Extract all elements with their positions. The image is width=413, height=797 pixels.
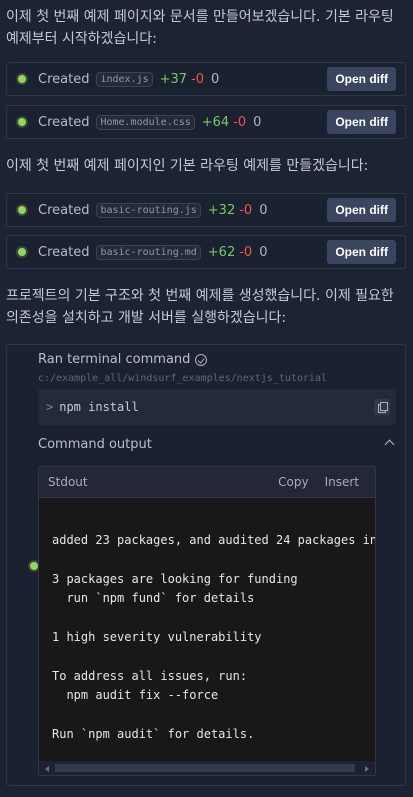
terminal-title: Ran terminal command <box>38 352 208 367</box>
open-diff-button[interactable]: Open diff <box>327 67 396 91</box>
lines-added: +37 <box>159 71 188 87</box>
lines-added: +62 <box>207 244 236 260</box>
message-intro: 이제 첫 번째 예제 페이지와 문서를 만들어보겠습니다. 기본 라우팅 예제부… <box>6 9 394 47</box>
stdout-label: Stdout <box>48 475 88 489</box>
lines-unchanged: 0 <box>259 202 268 218</box>
lines-unchanged: 0 <box>259 244 268 260</box>
lines-unchanged: 0 <box>211 71 220 87</box>
file-row-basic-routing-js: Created basic-routing.js +32 -0 0 Open d… <box>6 193 406 227</box>
right-arrow-icon[interactable] <box>365 766 369 772</box>
message-install: 프로젝트의 기본 구조와 첫 번째 예제를 생성했습니다. 이제 필요한 의존성… <box>6 288 394 326</box>
copy-icon[interactable] <box>374 399 390 415</box>
terminal-command-card: Ran terminal command c:/example_all/wind… <box>6 344 406 786</box>
file-row-index-js: Created index.js +37 -0 0 Open diff <box>6 62 406 96</box>
stdout-text: added 23 packages, and audited 24 packag… <box>52 533 376 742</box>
chevron-up-icon[interactable] <box>384 439 395 450</box>
file-status: Created <box>38 71 90 87</box>
lines-removed: -0 <box>191 71 205 87</box>
status-dot-icon <box>18 75 26 83</box>
file-status: Created <box>38 202 90 218</box>
status-dot-icon <box>18 118 26 126</box>
lines-unchanged: 0 <box>253 114 262 130</box>
working-directory: c:/example_all/windsurf_examples/nextjs_… <box>38 373 327 384</box>
file-status: Created <box>38 114 90 130</box>
lines-removed: -0 <box>239 244 253 260</box>
file-name[interactable]: basic-routing.js <box>96 202 201 218</box>
check-circle-icon <box>195 353 208 366</box>
open-diff-button[interactable]: Open diff <box>327 110 396 134</box>
scrollbar-thumb[interactable] <box>55 764 355 772</box>
left-arrow-icon[interactable] <box>45 766 49 772</box>
prompt-symbol: > <box>46 400 54 414</box>
open-diff-button[interactable]: Open diff <box>327 198 396 222</box>
lines-added: +64 <box>201 114 230 130</box>
file-status: Created <box>38 244 90 260</box>
stdout-panel: Stdout Copy Insert added 23 packages, an… <box>38 466 376 776</box>
command-output-toggle[interactable]: Command output <box>38 437 152 452</box>
open-diff-button[interactable]: Open diff <box>327 240 396 264</box>
status-dot-icon <box>30 562 38 570</box>
message-routing: 이제 첫 번째 예제 페이지인 기본 라우팅 예제를 만들겠습니다: <box>6 158 369 174</box>
lines-removed: -0 <box>239 202 253 218</box>
file-name[interactable]: index.js <box>96 71 153 87</box>
insert-button[interactable]: Insert <box>325 475 359 489</box>
lines-added: +32 <box>207 202 236 218</box>
file-name[interactable]: basic-routing.md <box>96 244 201 260</box>
command-text: npm install <box>59 400 139 414</box>
stdout-header: Stdout Copy Insert <box>39 467 375 498</box>
status-dot-icon <box>18 248 26 256</box>
file-row-home-module-css: Created Home.module.css +64 -0 0 Open di… <box>6 105 406 139</box>
horizontal-scrollbar[interactable] <box>39 761 375 775</box>
lines-removed: -0 <box>233 114 247 130</box>
terminal-title-label: Ran terminal command <box>38 352 191 367</box>
command-box: > npm install <box>38 389 396 425</box>
copy-button[interactable]: Copy <box>278 475 308 489</box>
file-row-basic-routing-md: Created basic-routing.md +62 -0 0 Open d… <box>6 235 406 269</box>
status-dot-icon <box>18 206 26 214</box>
file-name[interactable]: Home.module.css <box>96 114 195 130</box>
